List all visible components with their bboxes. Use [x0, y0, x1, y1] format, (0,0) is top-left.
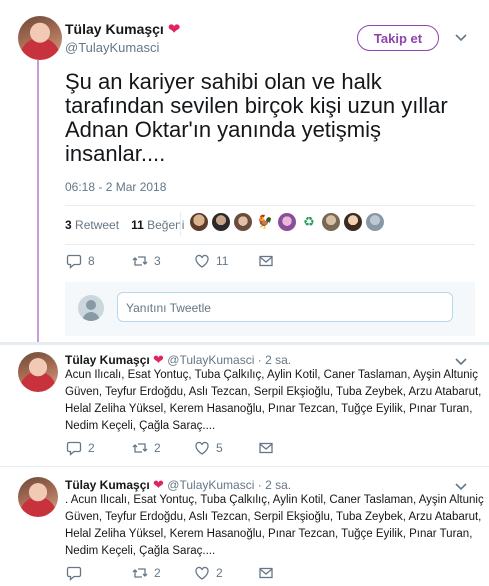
tweet-actions: 8 3 11	[66, 253, 274, 269]
reply-author-handle[interactable]: @TulayKumasci	[167, 353, 254, 367]
reply-button[interactable]	[66, 565, 132, 581]
reply-actions: 2 2 5	[66, 440, 274, 456]
reply-author-handle[interactable]: @TulayKumasci	[167, 478, 254, 492]
reply-text-line: Güven, Teyfur Erdoğdu, Aslı Tezcan, Serp…	[65, 386, 482, 398]
liker-avatar[interactable]: 🐓	[256, 213, 274, 231]
reply-avatar[interactable]	[18, 352, 58, 392]
reply-text-line: Güven, Teyfur Erdoğdu, Aslı Tezcan, Serp…	[65, 511, 482, 523]
heart-icon: ❤	[167, 21, 181, 38]
reply-author-name[interactable]: Tülay Kumaşçı	[65, 353, 150, 367]
like-count: 5	[216, 441, 223, 455]
reply-button[interactable]: 2	[66, 440, 132, 456]
separator-dot: ·	[257, 353, 262, 367]
divider	[65, 205, 475, 206]
reply-text-line: Helal Zeliha Yüksel, Kerem Hasanoğlu, Pı…	[65, 403, 473, 415]
liker-avatars: 🐓 ♻	[190, 213, 384, 231]
reply-text-line: . Acun Ilıcalı, Esat Yontuç, Tuba Çalkıl…	[65, 494, 484, 506]
reply-header: Tülay Kumaşçı ❤ @TulayKumasci · 2 sa.	[65, 477, 291, 493]
divider	[65, 244, 475, 245]
like-button[interactable]: 5	[194, 440, 258, 456]
retweet-icon	[132, 256, 148, 266]
reply-text-line: Nedim Keçeli, Çağla Saraç....	[65, 420, 216, 432]
direct-message-button[interactable]	[258, 253, 274, 269]
liker-avatar[interactable]	[344, 213, 362, 231]
section-divider	[0, 466, 489, 467]
reply-text: Acun Ilıcalı, Esat Yontuç, Tuba Çalkılıç…	[65, 367, 481, 435]
retweet-icon	[132, 568, 148, 578]
reply-header: Tülay Kumaşçı ❤ @TulayKumasci · 2 sa.	[65, 352, 291, 368]
separator-dot: ·	[257, 478, 262, 492]
retweet-button[interactable]: 2	[132, 440, 194, 456]
liker-avatar[interactable]	[322, 213, 340, 231]
reply-text: . Acun Ilıcalı, Esat Yontuç, Tuba Çalkıl…	[65, 492, 484, 560]
reply-text-line: Helal Zeliha Yüksel, Kerem Hasanoğlu, Pı…	[65, 528, 473, 540]
like-count: 2	[216, 566, 223, 580]
liker-avatar[interactable]	[190, 213, 208, 231]
reply-author-name[interactable]: Tülay Kumaşçı	[65, 478, 150, 492]
retweet-stat[interactable]: 3 Retweet	[65, 218, 119, 232]
tweet-text: Şu an kariyer sahibi olan ve halk tarafı…	[65, 69, 448, 166]
reply-icon	[66, 566, 82, 581]
thread-connector	[37, 60, 39, 342]
reply-time[interactable]: 2 sa.	[265, 353, 291, 367]
like-button[interactable]: 2	[194, 565, 258, 581]
retweet-button[interactable]: 2	[132, 565, 194, 581]
reply-text-line: Acun Ilıcalı, Esat Yontuç, Tuba Çalkılıç…	[65, 369, 478, 381]
reply-time[interactable]: 2 sa.	[265, 478, 291, 492]
section-divider	[0, 342, 489, 345]
heart-icon: ❤	[153, 477, 164, 492]
reply-button[interactable]: 8	[66, 253, 132, 269]
retweet-button[interactable]: 3	[132, 253, 194, 269]
reply-count: 2	[88, 441, 95, 455]
envelope-icon	[259, 567, 273, 579]
like-stat[interactable]: 11 Beğeni	[131, 218, 184, 232]
author-avatar[interactable]	[18, 16, 62, 60]
reply-icon	[66, 254, 82, 269]
follow-button[interactable]: Takip et	[357, 25, 439, 51]
reply-input[interactable]: Yanıtını Tweetle	[117, 292, 453, 322]
chevron-down-icon[interactable]	[455, 31, 467, 45]
retweet-icon	[132, 443, 148, 453]
reply-icon	[66, 441, 82, 456]
envelope-icon	[259, 255, 273, 267]
liker-avatar[interactable]	[278, 213, 296, 231]
reply-avatar[interactable]	[18, 477, 58, 517]
retweet-count: 2	[154, 566, 161, 580]
direct-message-button[interactable]	[258, 440, 274, 456]
liker-avatar[interactable]: ♻	[300, 213, 318, 231]
heart-icon: ❤	[153, 352, 164, 367]
heart-outline-icon	[195, 566, 209, 580]
engagement-stats: 3 Retweet 11 Beğeni	[65, 218, 184, 232]
reply-composer: Yanıtını Tweetle	[65, 282, 475, 336]
retweet-count: 2	[154, 441, 161, 455]
reply-actions: 2 2	[66, 565, 274, 581]
user-avatar	[78, 295, 104, 321]
retweet-count: 3	[154, 254, 161, 268]
like-button[interactable]: 11	[194, 253, 258, 269]
envelope-icon	[259, 442, 273, 454]
stats-separator	[180, 212, 181, 236]
tweet-timestamp[interactable]: 06:18 - 2 Mar 2018	[65, 180, 166, 194]
reply-count: 8	[88, 254, 95, 268]
author-handle[interactable]: @TulayKumasci	[65, 40, 159, 55]
liker-avatar[interactable]	[212, 213, 230, 231]
author-name-text[interactable]: Tülay Kumaşçı	[65, 21, 164, 37]
like-count: 11	[216, 254, 229, 268]
liker-avatar[interactable]	[366, 213, 384, 231]
heart-outline-icon	[195, 254, 209, 268]
heart-outline-icon	[195, 441, 209, 455]
liker-avatar[interactable]	[234, 213, 252, 231]
direct-message-button[interactable]	[258, 565, 274, 581]
reply-text-line: Nedim Keçeli, Çağla Saraç....	[65, 545, 216, 557]
author-name[interactable]: Tülay Kumaşçı ❤	[65, 20, 180, 38]
